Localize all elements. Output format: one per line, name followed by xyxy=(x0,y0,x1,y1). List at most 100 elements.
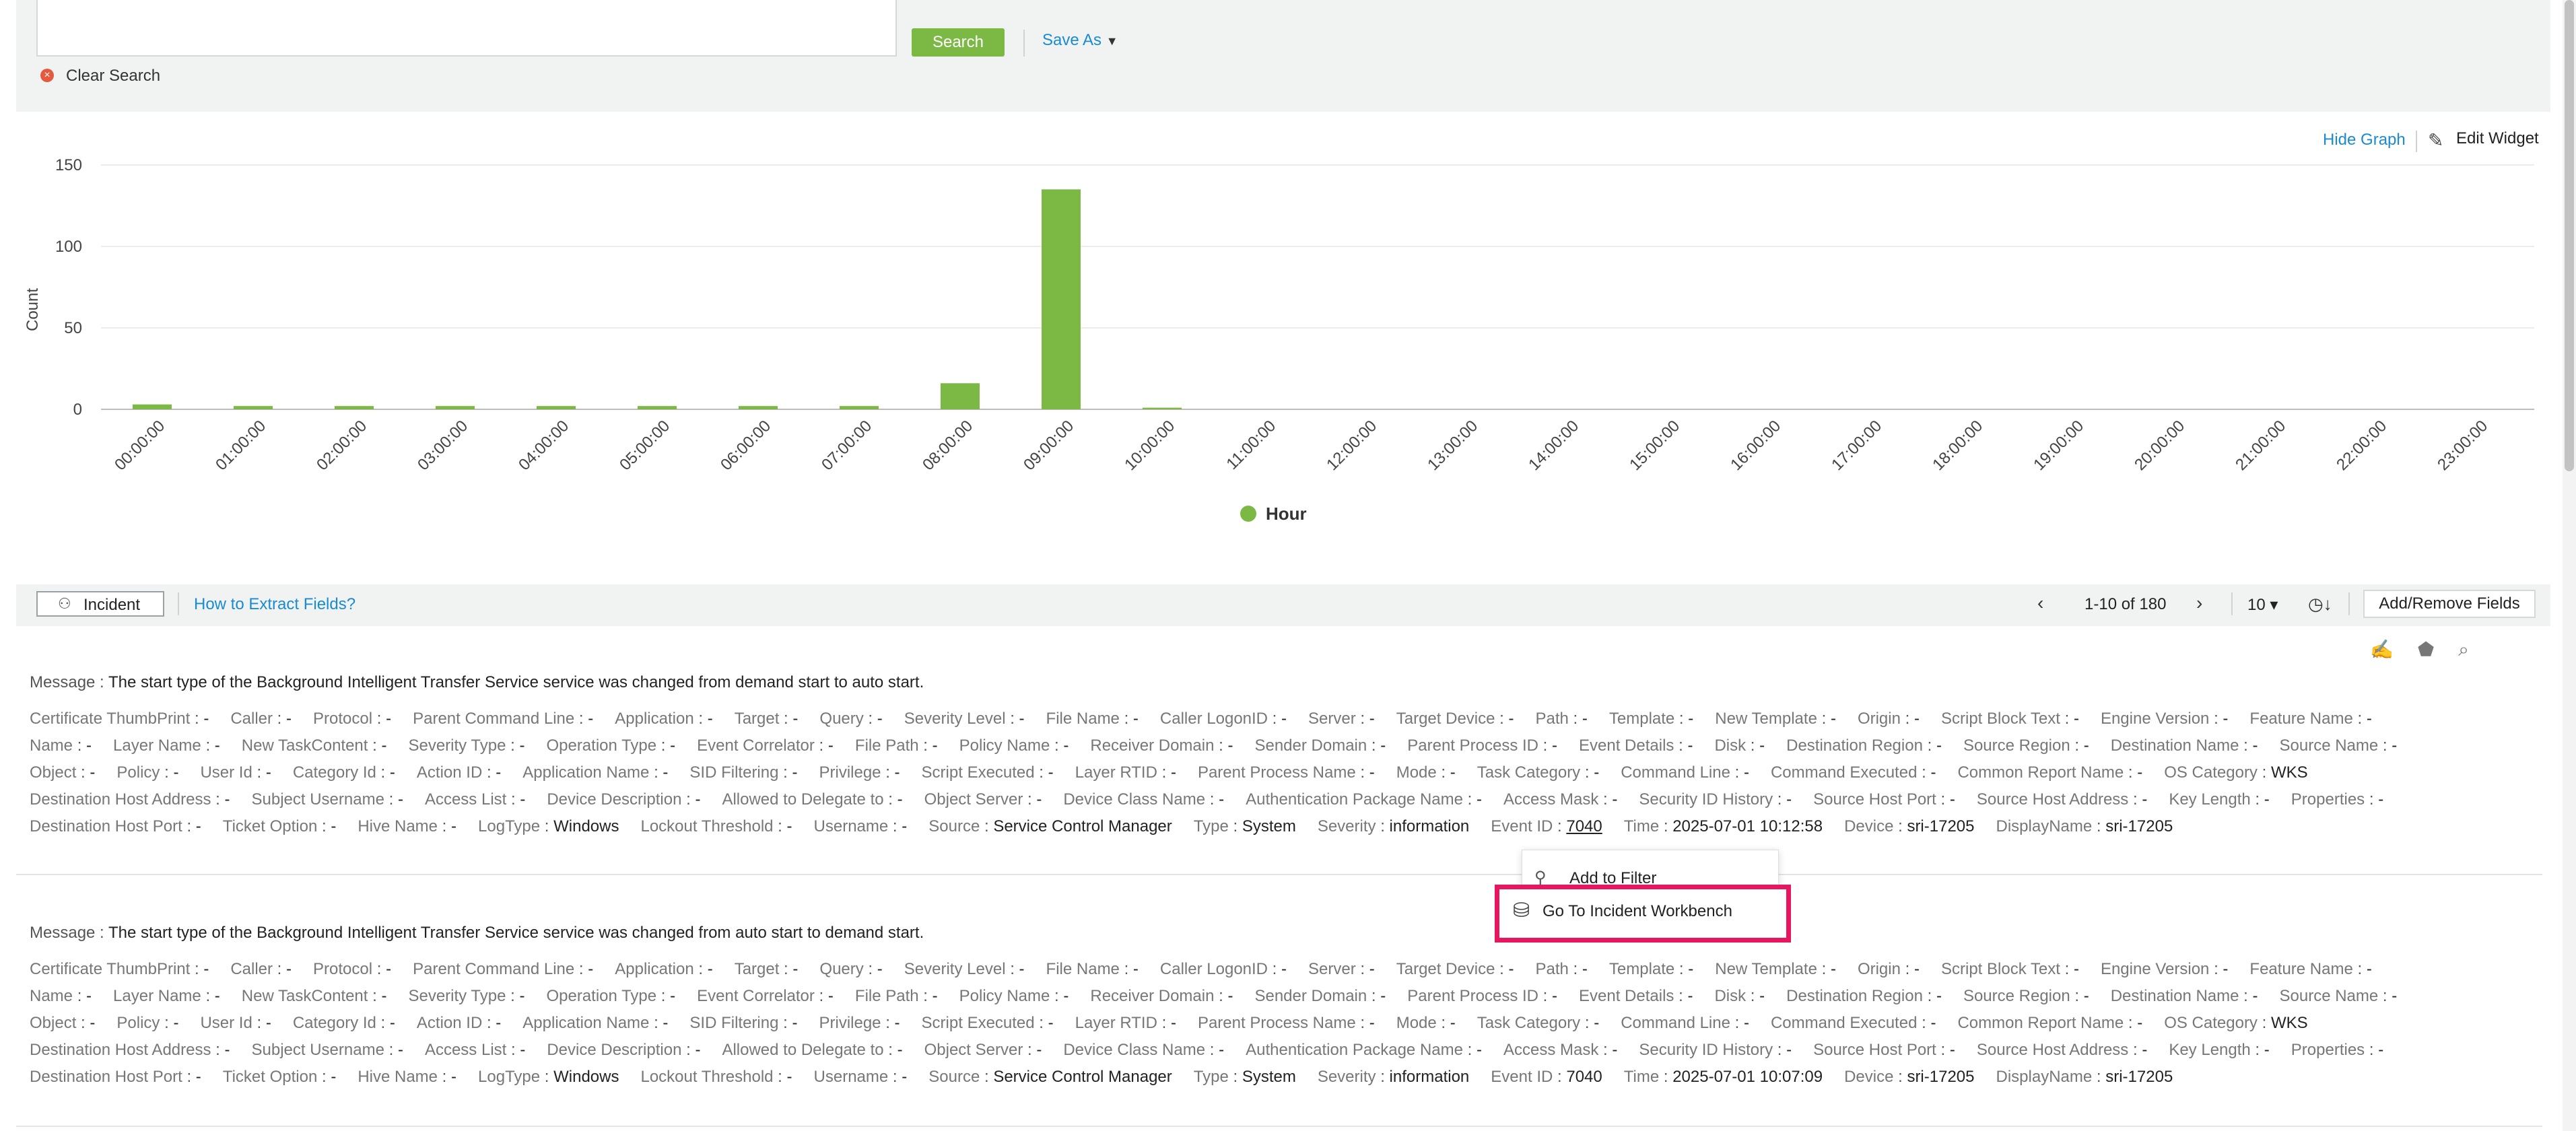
search-button[interactable]: Search xyxy=(912,28,1005,57)
field-value[interactable]: - xyxy=(2137,1014,2142,1032)
field-value[interactable]: - xyxy=(1582,960,1588,978)
legend-marker[interactable] xyxy=(1240,506,1256,522)
field-value[interactable]: - xyxy=(1450,1014,1456,1032)
field-value[interactable]: - xyxy=(792,763,797,782)
field-value[interactable]: - xyxy=(695,1041,700,1059)
field-value[interactable]: - xyxy=(1582,710,1588,728)
field-value[interactable]: - xyxy=(86,987,92,1005)
field-value[interactable]: WKS xyxy=(2271,763,2308,782)
field-value[interactable]: - xyxy=(1687,736,1693,755)
scrollbar-thumb[interactable] xyxy=(2565,0,2574,471)
field-value[interactable]: - xyxy=(1380,736,1386,755)
chart-bar[interactable] xyxy=(1143,407,1182,409)
field-value[interactable]: - xyxy=(1477,1041,1482,1059)
field-value[interactable]: - xyxy=(1219,1041,1224,1059)
field-value[interactable]: - xyxy=(520,790,525,809)
field-value[interactable]: - xyxy=(225,1041,230,1059)
field-value[interactable]: - xyxy=(588,710,593,728)
field-value[interactable]: - xyxy=(2223,960,2228,978)
field-value[interactable]: - xyxy=(390,1014,395,1032)
field-value[interactable]: - xyxy=(1508,710,1514,728)
field-value[interactable]: - xyxy=(2084,987,2089,1005)
field-value[interactable]: - xyxy=(286,960,292,978)
field-value[interactable]: - xyxy=(708,960,713,978)
field-value[interactable]: sri-17205 xyxy=(2105,1068,2173,1086)
field-value[interactable]: - xyxy=(1786,790,1792,809)
field-value[interactable]: - xyxy=(902,817,907,835)
field-value[interactable]: - xyxy=(451,1068,456,1086)
field-value[interactable]: - xyxy=(897,1041,903,1059)
field-value[interactable]: - xyxy=(381,987,386,1005)
field-value[interactable]: sri-17205 xyxy=(1907,817,1974,835)
field-value[interactable]: - xyxy=(1688,710,1693,728)
field-value[interactable]: - xyxy=(90,1014,95,1032)
field-value[interactable]: - xyxy=(877,960,883,978)
chart-bar[interactable] xyxy=(739,406,778,409)
field-value[interactable]: - xyxy=(1369,1014,1375,1032)
tag-icon[interactable]: ⬟ xyxy=(2418,639,2434,660)
field-value[interactable]: - xyxy=(1227,987,1233,1005)
field-value[interactable]: - xyxy=(1063,736,1069,755)
field-value[interactable]: - xyxy=(1019,960,1025,978)
field-value[interactable]: - xyxy=(2074,710,2079,728)
field-value[interactable]: - xyxy=(215,987,220,1005)
chart-bar[interactable] xyxy=(941,383,980,409)
field-value[interactable]: - xyxy=(792,960,798,978)
field-value[interactable]: - xyxy=(266,1014,271,1032)
field-value[interactable]: - xyxy=(1930,763,1936,782)
field-value[interactable]: Windows xyxy=(553,1068,619,1086)
field-value[interactable]: - xyxy=(670,987,675,1005)
hide-graph-link[interactable]: Hide Graph xyxy=(2323,131,2406,149)
field-value[interactable]: - xyxy=(86,736,92,755)
field-value[interactable]: - xyxy=(1380,987,1386,1005)
chart-bar[interactable] xyxy=(537,406,576,409)
field-value[interactable]: - xyxy=(663,763,668,782)
field-value[interactable]: - xyxy=(2264,790,2270,809)
field-value[interactable]: - xyxy=(1687,987,1693,1005)
field-value[interactable]: - xyxy=(897,790,903,809)
field-value[interactable]: - xyxy=(2392,987,2397,1005)
field-value[interactable]: - xyxy=(2137,763,2142,782)
field-value[interactable]: - xyxy=(1688,960,1693,978)
field-value[interactable]: - xyxy=(1369,763,1375,782)
field-value[interactable]: information xyxy=(1390,1068,1470,1086)
clock-sort-icon[interactable]: ◷↓ xyxy=(2308,594,2332,615)
field-value[interactable]: - xyxy=(496,763,501,782)
field-value[interactable]: - xyxy=(286,710,292,728)
field-value[interactable]: - xyxy=(1914,710,1920,728)
clear-search-link[interactable]: Clear Search xyxy=(66,67,160,85)
chart-bar[interactable] xyxy=(840,406,879,409)
field-value[interactable]: - xyxy=(2378,1041,2383,1059)
field-value[interactable]: - xyxy=(398,1041,403,1059)
field-value[interactable]: 2025-07-01 10:12:58 xyxy=(1672,817,1823,835)
field-value[interactable]: 7040 xyxy=(1566,817,1602,835)
field-value[interactable]: - xyxy=(519,736,524,755)
field-value[interactable]: - xyxy=(225,790,230,809)
add-remove-fields-button[interactable]: Add/Remove Fields xyxy=(2363,590,2536,618)
chart-bar[interactable] xyxy=(1042,189,1081,409)
field-value[interactable]: - xyxy=(1036,1041,1042,1059)
field-value[interactable]: - xyxy=(792,710,798,728)
field-value[interactable]: - xyxy=(1227,736,1233,755)
chart-bar[interactable] xyxy=(133,404,172,409)
field-value[interactable]: - xyxy=(1950,790,1955,809)
field-value[interactable]: - xyxy=(1552,736,1557,755)
field-value[interactable]: - xyxy=(1950,1041,1955,1059)
field-value[interactable]: - xyxy=(902,1068,907,1086)
field-value[interactable]: - xyxy=(1019,710,1025,728)
chart-bar[interactable] xyxy=(638,406,677,409)
field-value[interactable]: - xyxy=(173,763,178,782)
field-value[interactable]: - xyxy=(90,763,95,782)
field-value[interactable]: - xyxy=(1063,987,1069,1005)
field-value[interactable]: - xyxy=(2084,736,2089,755)
edit-note-icon[interactable]: ✍ xyxy=(2370,639,2394,660)
field-value[interactable]: - xyxy=(203,960,209,978)
field-value[interactable]: - xyxy=(1594,1014,1599,1032)
field-value[interactable]: - xyxy=(266,763,271,782)
field-value[interactable]: - xyxy=(203,710,209,728)
field-value[interactable]: - xyxy=(1552,987,1557,1005)
field-value[interactable]: - xyxy=(933,987,938,1005)
field-value[interactable]: - xyxy=(2223,710,2228,728)
field-value[interactable]: - xyxy=(386,960,391,978)
field-value[interactable]: sri-17205 xyxy=(2105,817,2173,835)
